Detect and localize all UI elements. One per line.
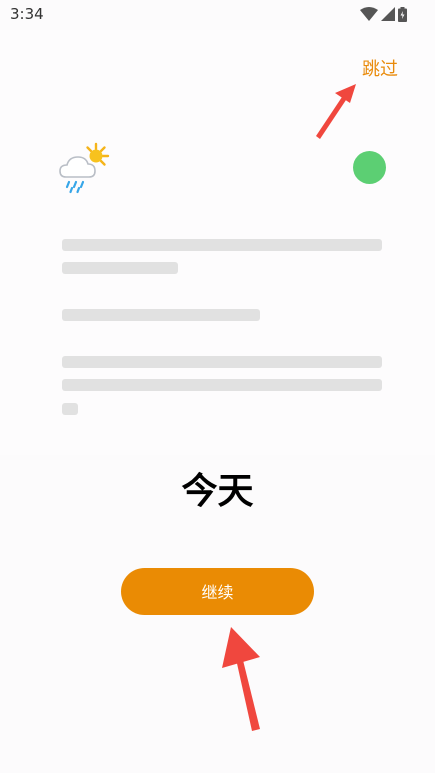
status-icons	[360, 6, 407, 22]
placeholder-line	[62, 403, 78, 415]
rain-sun-icon	[59, 142, 110, 194]
status-time: 3:34	[10, 5, 44, 23]
battery-icon	[398, 6, 407, 22]
status-dot	[353, 151, 386, 184]
placeholder-line	[62, 379, 382, 391]
skip-button[interactable]: 跳过	[362, 55, 398, 81]
placeholder-line	[62, 309, 260, 321]
page-title: 今天	[181, 471, 254, 512]
placeholder-line	[62, 262, 178, 274]
continue-button[interactable]: 继续	[121, 568, 314, 615]
wifi-icon	[360, 7, 378, 21]
placeholder-line	[62, 239, 382, 251]
status-bar: 3:34	[0, 0, 435, 30]
cell-signal-icon	[381, 7, 395, 21]
placeholder-line	[62, 356, 382, 368]
